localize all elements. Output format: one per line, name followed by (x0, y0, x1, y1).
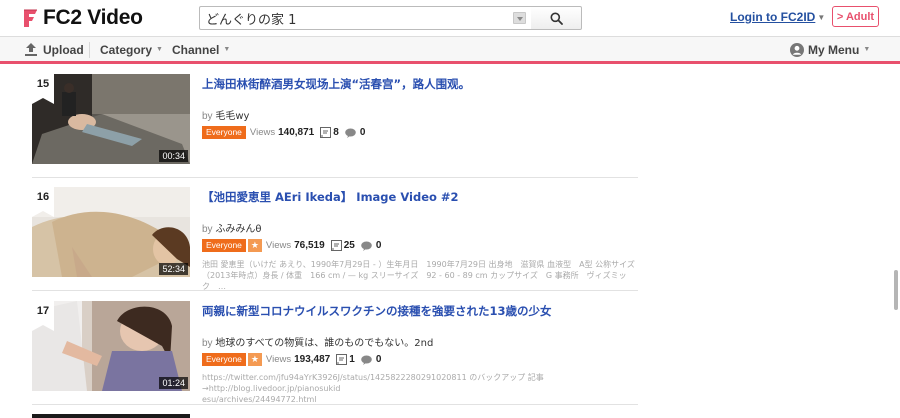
comment-icon (320, 127, 332, 138)
by-label: by (202, 338, 213, 349)
rank-badge: 16 (32, 187, 54, 217)
video-thumbnail[interactable]: 15 00:34 (32, 74, 190, 164)
by-label: by (202, 224, 213, 235)
video-thumbnail-partial[interactable] (32, 414, 190, 418)
video-duration: 00:34 (159, 150, 188, 162)
uploader-line: by 地球のすべての物質は、誰のものでもない。2nd (202, 334, 433, 349)
channel-label: Channel (172, 42, 220, 57)
search-box (199, 6, 532, 30)
nav-divider (89, 42, 90, 58)
upload-icon (25, 43, 37, 56)
rating-badge: Everyone (202, 353, 246, 366)
category-menu[interactable]: Category ▼ (100, 37, 163, 62)
by-label: by (202, 111, 213, 122)
search-input[interactable] (200, 7, 508, 29)
video-duration: 52:34 (159, 263, 188, 275)
video-stats: Everyone ★ Views 76,519 25 0 (202, 239, 381, 252)
fc2-logo[interactable]: FC2 Video (22, 6, 143, 30)
search-button[interactable] (531, 6, 582, 30)
chat-bubble-icon (345, 128, 356, 138)
comment-count: 25 (343, 240, 355, 251)
views-count: 193,487 (294, 354, 331, 365)
chat-bubble-icon (361, 355, 372, 365)
views-label: Views (249, 127, 276, 138)
video-duration: 01:24 (159, 377, 188, 389)
comment-icon (330, 240, 342, 251)
chevron-down-icon: ▼ (223, 46, 231, 53)
reply-count: 0 (375, 354, 382, 365)
video-title-link[interactable]: 【池田愛恵里 AEri Ikeda】 Image Video #2 (202, 189, 638, 205)
rating-badge: Everyone (202, 239, 246, 252)
category-label: Category (100, 42, 153, 57)
chat-bubble-icon (361, 241, 372, 251)
uploader-name[interactable]: 毛毛wy (215, 111, 249, 122)
video-title-link[interactable]: 上海田林街醉酒男女现场上演“活春宫”，路人围观。 (202, 76, 638, 92)
description-line: https://twitter.com/jfu94aYrK3926J/statu… (202, 373, 544, 393)
description-line: 池田 愛恵里（いけだ あえり、1990年7月29日 - ）生年月日 1990年7… (202, 260, 635, 269)
login-label: Login to FC2ID (730, 10, 816, 24)
channel-menu[interactable]: Channel ▼ (172, 37, 230, 62)
rating-badge: Everyone (202, 126, 246, 139)
site-header: FC2 Video Login to FC2ID▼ > Adult (0, 0, 900, 36)
star-icon: ★ (247, 239, 262, 252)
upload-label: Upload (43, 42, 84, 57)
comment-count: 8 (333, 127, 339, 138)
my-menu-label: My Menu (808, 42, 860, 57)
views-label: Views (265, 240, 292, 251)
reply-count: 0 (375, 240, 382, 251)
video-list-item: 17 01:24 両親に新型コロナウイルスワクチンの接種を強要された13歳の少女… (32, 301, 638, 405)
video-stats: Everyone Views 140,871 8 0 (202, 126, 365, 139)
video-description: https://twitter.com/jfu94aYrK3926J/statu… (202, 372, 638, 405)
my-menu[interactable]: My Menu ▼ (790, 37, 870, 62)
adult-button[interactable]: > Adult (832, 6, 879, 27)
video-title-link[interactable]: 両親に新型コロナウイルスワクチンの接種を強要された13歳の少女 (202, 303, 638, 319)
description-line: esu/archives/24494772.html (202, 395, 317, 404)
video-list-item: 15 00:34 上海田林街醉酒男女现场上演“活春宫”，路人围观。 by 毛毛w… (32, 74, 638, 178)
views-label: Views (265, 354, 292, 365)
login-link[interactable]: Login to FC2ID ▼ (730, 10, 825, 24)
scrollbar-thumb[interactable] (894, 270, 898, 310)
uploader-name[interactable]: 地球のすべての物質は、誰のものでもない。2nd (215, 338, 433, 349)
views-count: 140,871 (278, 127, 315, 138)
video-description: 池田 愛恵里（いけだ あえり、1990年7月29日 - ）生年月日 1990年7… (202, 259, 638, 292)
video-thumbnail[interactable]: 17 01:24 (32, 301, 190, 391)
video-thumbnail[interactable]: 16 52:34 (32, 187, 190, 277)
star-icon: ★ (247, 353, 262, 366)
chevron-down-icon: ▼ (156, 46, 163, 53)
search-icon (550, 12, 563, 25)
uploader-name[interactable]: ふみみんθ (215, 224, 261, 235)
rank-badge: 17 (32, 301, 54, 331)
video-list-item: 16 52:34 【池田愛恵里 AEri Ikeda】 Image Video … (32, 187, 638, 291)
chevron-down-icon: ▼ (817, 13, 826, 22)
views-count: 76,519 (294, 240, 325, 251)
rank-badge: 15 (32, 74, 54, 104)
comment-count: 1 (349, 354, 355, 365)
chevron-down-icon: ▼ (863, 46, 871, 53)
reply-count: 0 (359, 127, 366, 138)
uploader-line: by 毛毛wy (202, 107, 249, 122)
video-stats: Everyone ★ Views 193,487 1 0 (202, 353, 381, 366)
logo-text: FC2 Video (43, 6, 143, 29)
upload-button[interactable]: Upload (24, 37, 84, 62)
comment-icon (336, 354, 348, 365)
fc2-logo-icon (24, 9, 37, 27)
uploader-line: by ふみみんθ (202, 220, 261, 235)
user-icon (790, 42, 804, 57)
description-line: （2013年時点）身長 / 体重 166 cm / — kg スリーサイズ 92… (202, 271, 627, 291)
search-history-dropdown[interactable] (513, 12, 526, 24)
nav-bar: Upload Category ▼ Channel ▼ My Menu ▼ (0, 36, 900, 64)
